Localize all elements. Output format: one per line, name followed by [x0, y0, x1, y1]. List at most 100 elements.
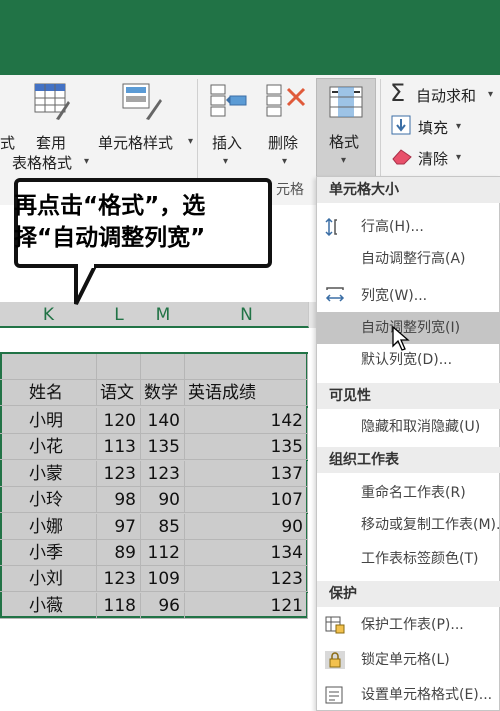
cell-styles-label: 单元格样式: [98, 134, 174, 152]
cell-name[interactable]: 小蒙: [0, 460, 97, 487]
menu-label: 工作表标签颜色(T): [361, 551, 479, 567]
cell-english[interactable]: 123: [185, 566, 308, 593]
table-row: 小刘 123 109 123: [0, 566, 330, 593]
format-label: 格式: [329, 133, 360, 151]
menu-label: 自动调整行高(A): [361, 251, 466, 267]
mouse-cursor-icon: [392, 326, 410, 351]
delete-label: 删除: [268, 134, 299, 152]
lock-icon: [325, 651, 345, 669]
cell-english[interactable]: 135: [185, 434, 308, 461]
cell[interactable]: [141, 354, 185, 380]
header-name[interactable]: 姓名: [0, 380, 97, 406]
cell-english[interactable]: 142: [185, 408, 308, 434]
menu-item-lock-cell[interactable]: 锁定单元格(L): [317, 644, 500, 676]
format-cells-icon: [329, 86, 363, 118]
menu-item-protect-sheet[interactable]: 保护工作表(P)...: [317, 609, 500, 641]
cell-english[interactable]: 90: [185, 513, 308, 540]
cell-chinese[interactable]: 97: [97, 513, 141, 540]
ribbon-partial-label: 式: [0, 134, 16, 152]
cell-math[interactable]: 123: [141, 460, 185, 487]
blank-row: [0, 328, 330, 352]
column-header-m[interactable]: M: [141, 302, 186, 328]
cell-math[interactable]: 90: [141, 487, 185, 514]
cell-english[interactable]: 137: [185, 460, 308, 487]
table-format-label-2: 表格格式: [12, 154, 73, 172]
header-english[interactable]: 英语成绩: [185, 380, 308, 406]
menu-label: 自动调整列宽(I): [361, 320, 461, 336]
menu-item-row-height[interactable]: 行高(H)...: [317, 211, 500, 243]
cell-name[interactable]: 小玲: [0, 487, 97, 514]
header-math[interactable]: 数学: [141, 380, 185, 406]
cell-styles-icon: [122, 83, 162, 120]
menu-item-tab-color[interactable]: 工作表标签颜色(T): [317, 543, 500, 575]
cell-name[interactable]: 小娜: [0, 513, 97, 540]
cell[interactable]: [185, 354, 308, 380]
cell-chinese[interactable]: 89: [97, 540, 141, 566]
cell-english[interactable]: 121: [185, 592, 308, 619]
cell-english[interactable]: 107: [185, 487, 308, 514]
cell-name[interactable]: 小季: [0, 540, 97, 566]
format-cells-icon: [325, 686, 343, 704]
cell-math[interactable]: 85: [141, 513, 185, 540]
menu-section-visibility: 可见性: [317, 383, 500, 409]
cell-name[interactable]: 小刘: [0, 566, 97, 593]
cell-chinese[interactable]: 118: [97, 592, 141, 619]
cell-math[interactable]: 96: [141, 592, 185, 619]
cells-group-label: 元格: [276, 182, 304, 198]
cell-chinese[interactable]: 120: [97, 408, 141, 434]
fill-label: 填充: [418, 119, 449, 137]
chevron-down-icon: ▾: [188, 136, 194, 147]
cell-chinese[interactable]: 113: [97, 434, 141, 461]
column-width-icon: [325, 287, 345, 302]
table-header-row: 姓名 语文 数学 英语成绩: [0, 380, 330, 406]
callout-line-2: 择“自动调整列宽”: [14, 225, 206, 251]
title-bar: [0, 0, 500, 75]
table-format-icon: [34, 83, 70, 120]
chevron-down-icon: ▾: [282, 156, 288, 167]
menu-section-organize: 组织工作表: [317, 447, 500, 473]
cell-name[interactable]: 小花: [0, 434, 97, 461]
header-chinese[interactable]: 语文: [97, 380, 141, 406]
cell-name[interactable]: 小明: [0, 408, 97, 434]
cell-chinese[interactable]: 123: [97, 460, 141, 487]
menu-label: 重命名工作表(R): [361, 485, 466, 501]
cell-math[interactable]: 140: [141, 408, 185, 434]
chevron-down-icon: ▾: [488, 89, 494, 100]
callout-tail: [74, 264, 99, 305]
sigma-icon: Σ: [390, 79, 406, 107]
menu-item-autofit-row-height[interactable]: 自动调整行高(A): [317, 243, 500, 275]
menu-section-cell-size: 单元格大小: [317, 177, 500, 203]
clear-label: 清除: [418, 150, 449, 168]
chevron-down-icon: ▾: [456, 121, 462, 132]
menu-section-protect: 保护: [317, 581, 500, 607]
row-height-icon: [325, 218, 337, 236]
menu-item-format-cells[interactable]: 设置单元格格式(E)...: [317, 679, 500, 711]
cell-math[interactable]: 109: [141, 566, 185, 593]
cell[interactable]: [97, 354, 141, 380]
table-row: 小娜 97 85 90: [0, 513, 330, 540]
cell-name[interactable]: 小薇: [0, 592, 97, 619]
format-button[interactable]: 格式 ▾: [316, 78, 376, 182]
menu-label: 移动或复制工作表(M)...: [361, 517, 500, 533]
cell-chinese[interactable]: 98: [97, 487, 141, 514]
cell[interactable]: [0, 354, 97, 380]
menu-item-move-copy-sheet[interactable]: 移动或复制工作表(M)...: [317, 509, 500, 541]
menu-item-hide-unhide[interactable]: 隐藏和取消隐藏(U): [317, 411, 500, 443]
cell-english[interactable]: 134: [185, 540, 308, 566]
selection-blank-row: [0, 354, 330, 380]
cell-math[interactable]: 135: [141, 434, 185, 461]
cell-chinese[interactable]: 123: [97, 566, 141, 593]
menu-label: 设置单元格格式(E)...: [361, 687, 493, 703]
protect-sheet-icon: [325, 616, 345, 634]
column-header-n[interactable]: N: [185, 302, 309, 328]
eraser-icon: [392, 149, 412, 165]
menu-label: 默认列宽(D)...: [361, 352, 453, 368]
cell-math[interactable]: 112: [141, 540, 185, 566]
menu-item-column-width[interactable]: 列宽(W)...: [317, 280, 500, 312]
menu-label: 行高(H)...: [361, 219, 424, 235]
table-format-label-1: 套用: [36, 134, 67, 152]
menu-label: 列宽(W)...: [361, 288, 428, 304]
chevron-down-icon: ▾: [456, 152, 462, 163]
chevron-down-icon: ▾: [84, 156, 90, 167]
menu-item-rename-sheet[interactable]: 重命名工作表(R): [317, 477, 500, 509]
